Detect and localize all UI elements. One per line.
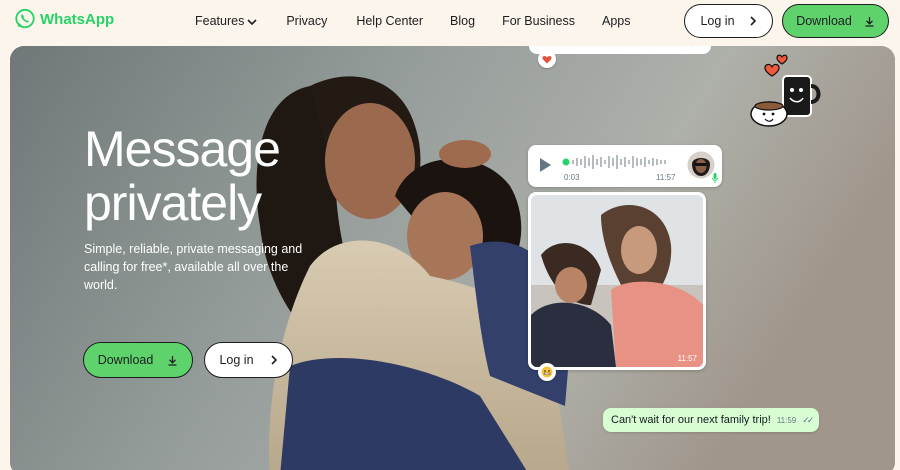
whatsapp-logo[interactable]: WhatsApp (14, 8, 114, 30)
download-button[interactable]: Download (782, 4, 889, 38)
hero-subtext: Simple, reliable, private messaging and … (84, 242, 303, 292)
nav-item-for-business[interactable]: For Business (502, 14, 575, 28)
hero-download-button[interactable]: Download (83, 342, 193, 378)
photo-message-bubble: 11:57 (528, 192, 706, 370)
text-message-body: Can't wait for our next family trip! (611, 414, 771, 426)
nav-item-blog[interactable]: Blog (450, 14, 475, 28)
hero-download-label: Download (97, 353, 154, 367)
text-message-bubble: Can't wait for our next family trip! 11:… (603, 408, 820, 432)
brand-name: WhatsApp (40, 10, 115, 28)
play-icon[interactable] (538, 157, 552, 173)
grin-reaction-icon (538, 363, 556, 381)
hero-login-button[interactable]: Log in (204, 342, 293, 378)
voice-time: 11:57 (656, 173, 676, 182)
download-button-label: Download (796, 14, 852, 28)
download-icon (168, 355, 177, 366)
main-nav: Features Privacy Help Center Blog For Bu… (195, 14, 631, 28)
chevron-right-icon (270, 355, 277, 365)
shared-photo-image (531, 195, 703, 367)
nav-item-features[interactable]: Features (195, 14, 257, 28)
headline-line-2: privately (84, 175, 262, 231)
partial-message-bubble: ✓✓ (529, 46, 711, 54)
audio-waveform (562, 155, 666, 169)
login-button-label: Log in (700, 14, 735, 28)
microphone-icon (712, 173, 718, 183)
coffee-sticker-icon (750, 54, 821, 127)
nav-item-label: Features (195, 14, 245, 28)
text-message-time: 11:59 (776, 415, 797, 425)
nav-item-help-center[interactable]: Help Center (356, 14, 423, 28)
heart-reaction-icon (538, 50, 556, 68)
chevron-right-icon (749, 16, 756, 26)
site-header: WhatsApp Features Privacy Help Center Bl… (0, 0, 900, 44)
nav-item-privacy[interactable]: Privacy (286, 14, 327, 28)
headline-line-1: Message (84, 121, 281, 177)
chevron-down-icon (247, 19, 257, 25)
download-icon (865, 16, 874, 27)
message-time: ✓✓ (690, 46, 703, 49)
whatsapp-logo-icon (15, 8, 35, 29)
shared-photo[interactable]: 11:57 (531, 195, 703, 367)
hero-login-label: Log in (219, 353, 254, 367)
login-button[interactable]: Log in (684, 4, 773, 38)
voice-message-bubble: 0:03 11:57 (528, 145, 722, 187)
hero-section: Message privately Simple, reliable, priv… (10, 46, 895, 470)
voice-elapsed: 0:03 (564, 173, 580, 182)
hero-headline: Message privately (84, 121, 281, 231)
photo-time: 11:57 (677, 354, 697, 363)
read-ticks-icon: ✓✓ (802, 414, 814, 425)
nav-item-apps[interactable]: Apps (602, 14, 631, 28)
